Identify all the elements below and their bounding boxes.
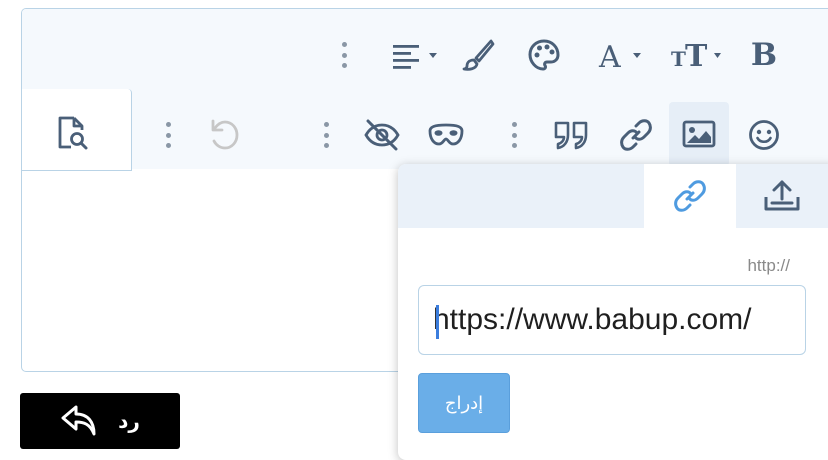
svg-text:A: A bbox=[598, 40, 621, 71]
insert-button[interactable]: إدراج bbox=[418, 373, 510, 433]
reply-icon bbox=[61, 405, 96, 436]
bold-button[interactable]: B bbox=[744, 35, 784, 75]
palette-button[interactable] bbox=[524, 35, 564, 75]
svg-text:T: T bbox=[685, 39, 708, 71]
brush-button[interactable] bbox=[458, 35, 498, 75]
brush-icon bbox=[462, 39, 495, 71]
image-button[interactable] bbox=[669, 102, 729, 166]
hide-content-button[interactable] bbox=[360, 115, 404, 155]
url-hint: http:// bbox=[747, 256, 790, 275]
quote-icon bbox=[554, 121, 588, 150]
text-size-icon: T T bbox=[671, 39, 721, 71]
reply-button[interactable]: رد bbox=[20, 393, 180, 449]
image-url-input[interactable] bbox=[433, 286, 803, 354]
smiley-icon bbox=[749, 120, 779, 150]
more-vertical-icon[interactable] bbox=[323, 122, 329, 148]
reply-label: رد bbox=[118, 409, 140, 433]
preview-icon bbox=[58, 116, 88, 150]
undo-icon bbox=[211, 119, 239, 150]
editor-toolbar: B T T A bbox=[22, 9, 828, 171]
bold-icon: B bbox=[750, 37, 778, 73]
align-button[interactable] bbox=[388, 35, 446, 75]
more-vertical-icon[interactable] bbox=[511, 122, 517, 148]
quote-button[interactable] bbox=[550, 115, 594, 155]
preview-tab[interactable] bbox=[22, 89, 132, 171]
font-color-button[interactable]: A bbox=[596, 35, 652, 75]
svg-text:T: T bbox=[671, 47, 686, 71]
link-button[interactable] bbox=[616, 115, 656, 155]
more-vertical-icon[interactable] bbox=[165, 122, 171, 148]
font-color-icon: A bbox=[598, 40, 641, 71]
more-vertical-icon[interactable] bbox=[341, 42, 347, 68]
image-url-field[interactable] bbox=[418, 285, 806, 355]
popup-tab-bar bbox=[398, 164, 828, 228]
insert-image-popup: http:// إدراج bbox=[398, 164, 828, 460]
text-size-button[interactable]: T T bbox=[668, 35, 730, 75]
undo-button[interactable] bbox=[204, 115, 244, 155]
image-icon bbox=[682, 120, 716, 148]
upload-icon bbox=[764, 180, 800, 211]
text-caret bbox=[436, 305, 439, 339]
emoji-button[interactable] bbox=[744, 115, 784, 155]
link-icon bbox=[674, 180, 706, 212]
tab-upload[interactable] bbox=[736, 164, 828, 228]
spoiler-button[interactable] bbox=[424, 115, 468, 155]
link-icon bbox=[620, 119, 652, 151]
palette-icon bbox=[528, 39, 560, 71]
align-icon bbox=[393, 45, 437, 69]
tab-link[interactable] bbox=[644, 164, 736, 228]
eye-off-icon bbox=[364, 119, 400, 151]
mask-icon bbox=[428, 123, 464, 146]
